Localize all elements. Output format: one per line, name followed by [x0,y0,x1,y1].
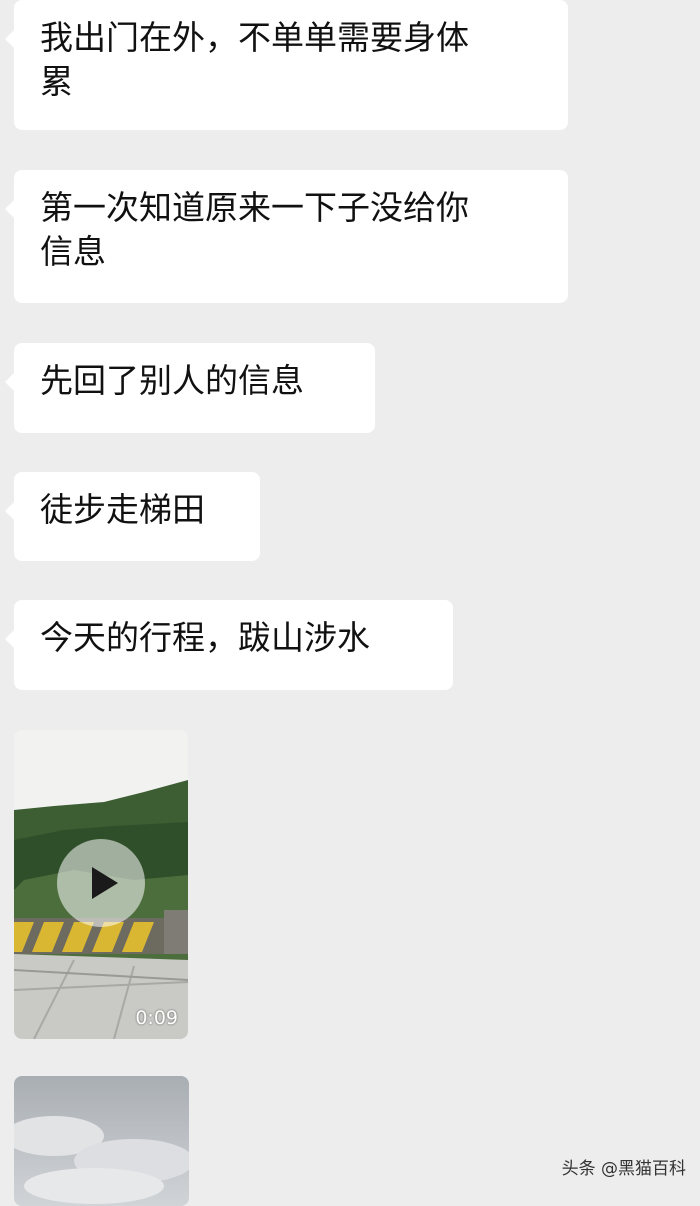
message-bubble[interactable]: 先回了别人的信息 [5,343,375,433]
image-message[interactable] [14,1076,189,1206]
message-bubble[interactable]: 徒步走梯田 [5,472,260,561]
photo-thumbnail [14,1076,189,1206]
video-message[interactable]: 0:09 [14,730,188,1039]
message-text: 徒步走梯田 [40,490,205,529]
play-icon [92,867,118,899]
message-bubble[interactable]: 第一次知道原来一下子没给你 信息 [5,170,568,303]
message-bubble[interactable]: 今天的行程，跋山涉水 [5,600,453,690]
message-text: 今天的行程，跋山涉水 [40,618,370,657]
message-text: 先回了别人的信息 [40,361,304,400]
video-duration: 0:09 [135,1007,178,1029]
watermark: 头条 @黑猫百科 [561,1159,686,1179]
message-bubble[interactable]: 我出门在外，不单单需要身体 累 [5,0,568,130]
play-button[interactable] [57,839,145,927]
message-text: 我出门在外，不单单需要身体 累 [40,18,469,101]
message-text: 第一次知道原来一下子没给你 信息 [40,188,469,271]
